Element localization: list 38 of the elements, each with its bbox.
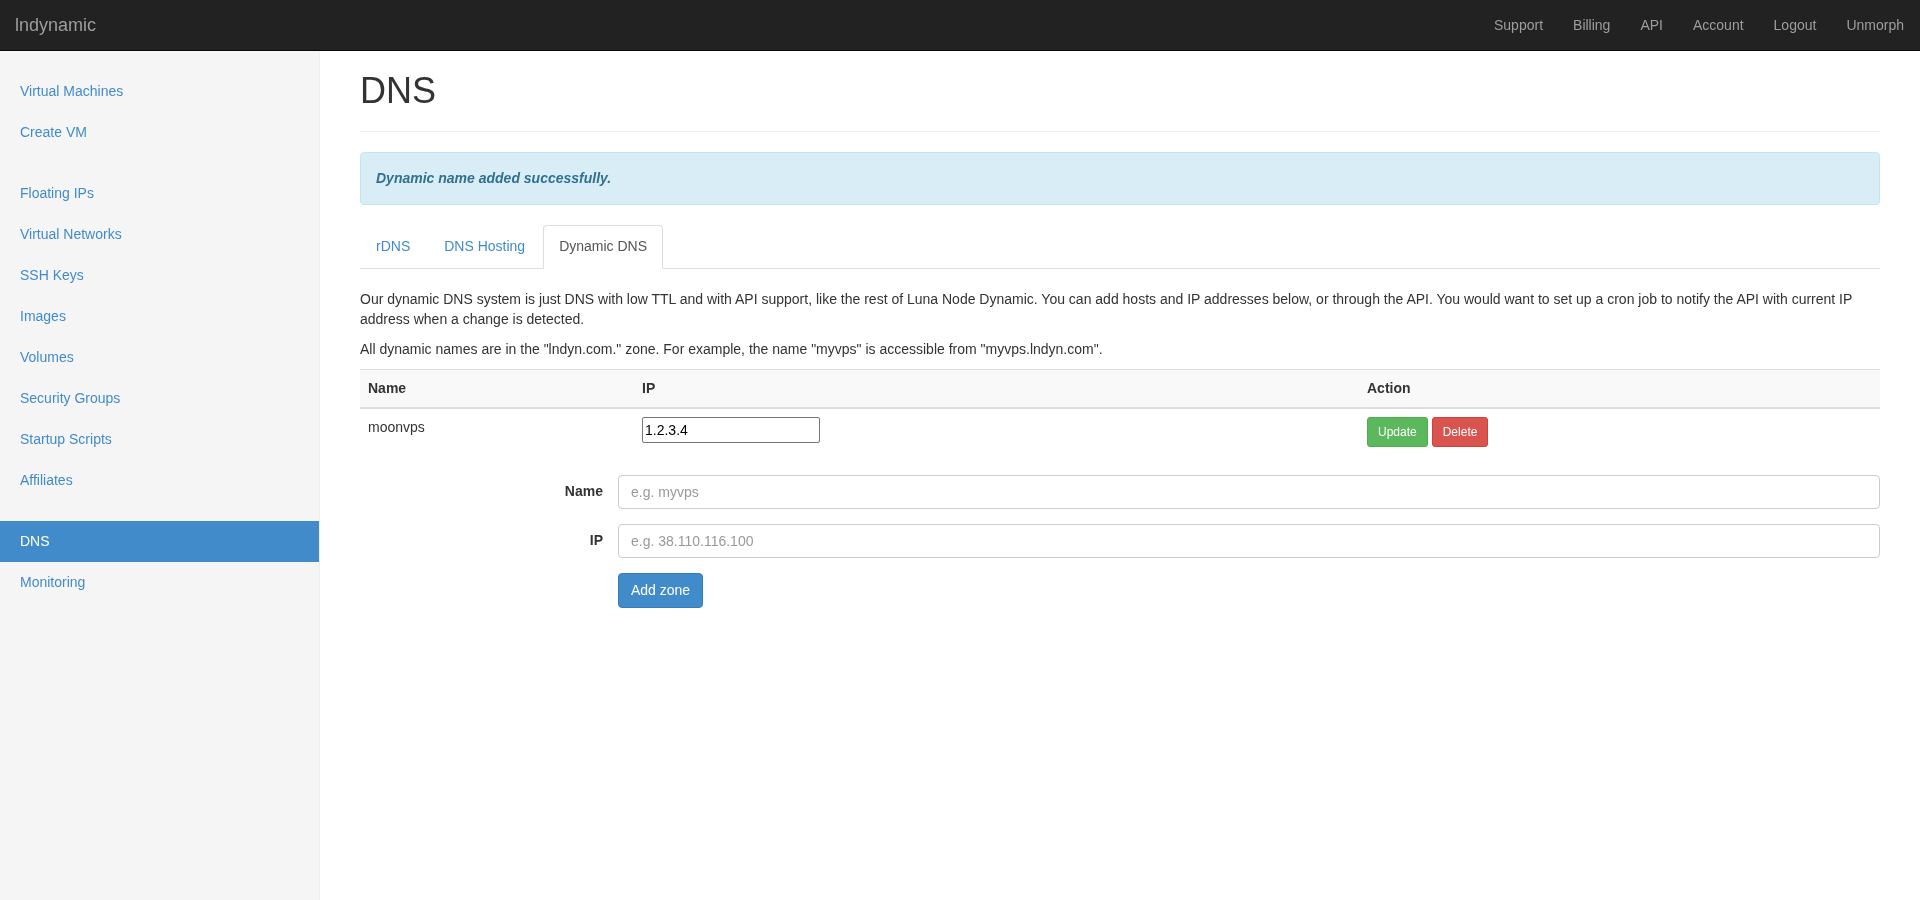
nav-link[interactable]: Support xyxy=(1494,14,1544,36)
tab[interactable]: Dynamic DNS xyxy=(543,224,664,269)
nav-link[interactable]: Logout xyxy=(1773,14,1817,36)
sidebar-item[interactable]: Create VM xyxy=(0,112,319,153)
column-header: Name xyxy=(360,369,634,408)
tab[interactable]: DNS Hosting xyxy=(428,224,542,268)
sidebar-item[interactable]: Affiliates xyxy=(0,460,319,501)
add-zone-button[interactable]: Add zone xyxy=(618,572,704,608)
sidebar-item[interactable]: Monitoring xyxy=(0,562,319,603)
sidebar-item[interactable]: Security Groups xyxy=(0,378,319,419)
sidebar-item[interactable]: Virtual Networks xyxy=(0,214,319,255)
sidebar-item[interactable]: Floating IPs xyxy=(0,173,319,214)
sidebar-item[interactable]: Startup Scripts xyxy=(0,419,319,460)
ip-input[interactable]: 1.2.3.4 xyxy=(642,416,820,443)
page-title: DNS xyxy=(360,71,437,111)
sidebar-item[interactable]: SSH Keys xyxy=(0,255,319,296)
table-cell: moonvps xyxy=(360,407,634,455)
field-label: Name xyxy=(563,482,604,502)
nav-link[interactable]: Billing xyxy=(1573,14,1611,36)
nav-link[interactable]: API xyxy=(1640,14,1663,36)
brand-link[interactable]: lndynamic xyxy=(15,11,97,39)
nav-link[interactable]: Account xyxy=(1693,14,1744,36)
nav-link[interactable]: Unmorph xyxy=(1846,14,1904,36)
delete-button[interactable]: Delete xyxy=(1431,416,1489,447)
column-header: IP xyxy=(634,369,1359,408)
sidebar-item[interactable]: DNS xyxy=(0,521,319,562)
sidebar-item[interactable]: Images xyxy=(0,296,319,337)
text-input[interactable]: e.g. 38.110.116.100 xyxy=(618,523,1880,558)
text-input[interactable]: e.g. myvps xyxy=(618,474,1880,509)
zone-info-paragraph: All dynamic names are in the "lndyn.com." zone. For example, the name "myvps" is accessible from "myvps.lndyn.com". xyxy=(360,339,1104,359)
tab[interactable]: rDNS xyxy=(360,224,427,268)
update-button[interactable]: Update xyxy=(1367,416,1428,447)
description-paragraph: Our dynamic DNS system is just DNS with low TTL and with API support, like the rest of Luna Node Dynamic. You can add hosts and IP addresses below, or through the API. You would want to set up a cron job to notify the API with current IP address when a change is detected. xyxy=(360,289,1854,329)
field-label: IP xyxy=(588,531,604,551)
sidebar-item[interactable]: Volumes xyxy=(0,337,319,378)
column-header: Action xyxy=(1359,369,1880,408)
success-alert: Dynamic name added successfully. xyxy=(360,151,1880,205)
sidebar-item[interactable]: Virtual Machines xyxy=(0,71,319,112)
